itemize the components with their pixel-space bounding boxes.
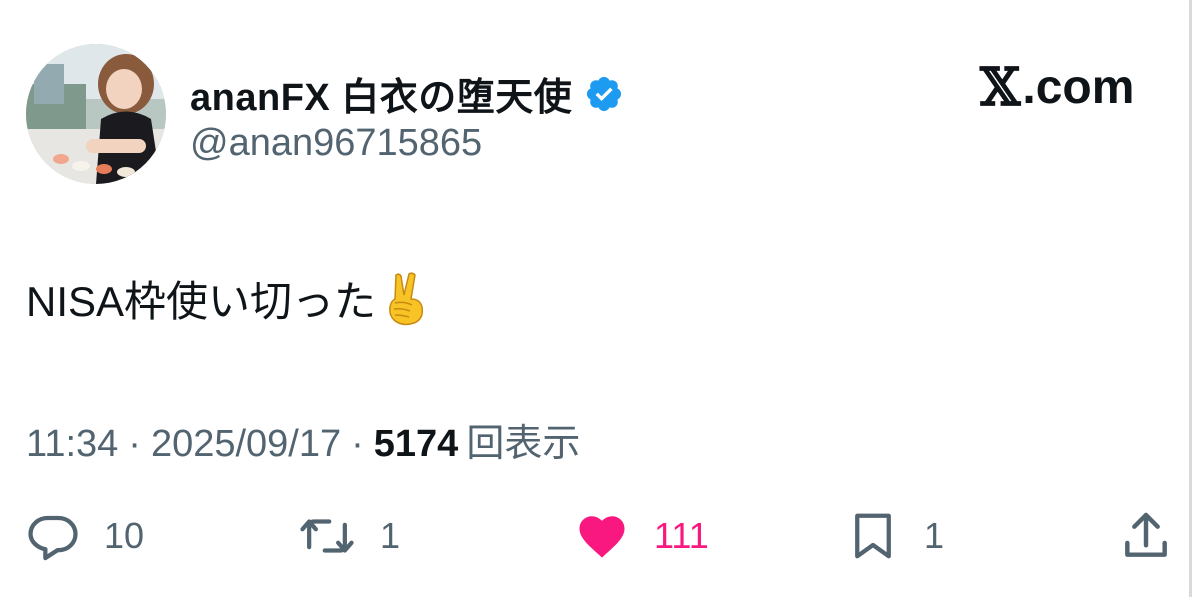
share-button[interactable]	[1118, 506, 1174, 566]
reply-icon	[28, 515, 78, 561]
views-count: 5174	[373, 423, 459, 465]
tweet-body: NISA枠使い切った	[26, 278, 377, 325]
victory-hand-icon	[382, 271, 430, 327]
brand-label: .com	[1022, 61, 1135, 114]
tweet-text: NISA枠使い切った	[26, 268, 430, 329]
retweet-count: 1	[380, 515, 401, 556]
bookmark-count: 1	[924, 515, 945, 556]
share-icon	[1125, 512, 1167, 557]
bookmark-icon	[855, 513, 891, 559]
retweet-icon	[300, 519, 354, 553]
author-name-row: ananFX 白衣の堕天使	[190, 66, 624, 121]
author-display-name[interactable]: ananFX 白衣の堕天使	[190, 66, 572, 121]
reply-count: 10	[104, 515, 145, 556]
tweet-time[interactable]: 11:34	[26, 423, 118, 466]
like-button[interactable]: 111	[574, 506, 709, 566]
tweet-meta: 11:34 · 2025/09/17 · 5174 回表示	[26, 412, 580, 467]
like-count: 111	[654, 515, 709, 556]
verified-badge-icon	[584, 74, 624, 114]
heart-icon	[579, 516, 625, 558]
x-logo-icon: 𝕏	[980, 57, 1021, 118]
meta-separator: ·	[128, 423, 141, 465]
meta-separator: ·	[351, 423, 364, 465]
avatar[interactable]	[26, 44, 166, 184]
brand-logo: 𝕏 .com	[980, 62, 1134, 114]
tweet-date[interactable]: 2025/09/17	[151, 423, 341, 466]
retweet-button[interactable]: 1	[298, 506, 400, 566]
author-handle[interactable]: @anan96715865	[190, 122, 482, 165]
action-bar: 10 1 111 1	[0, 506, 1200, 566]
tweet-card: ananFX 白衣の堕天使 @anan96715865 𝕏 .com NISA枠…	[0, 0, 1200, 597]
bookmark-button[interactable]: 1	[846, 506, 944, 566]
reply-button[interactable]: 10	[26, 506, 144, 566]
profile-photo-icon	[26, 44, 166, 184]
views-label: 回表示	[466, 423, 581, 465]
